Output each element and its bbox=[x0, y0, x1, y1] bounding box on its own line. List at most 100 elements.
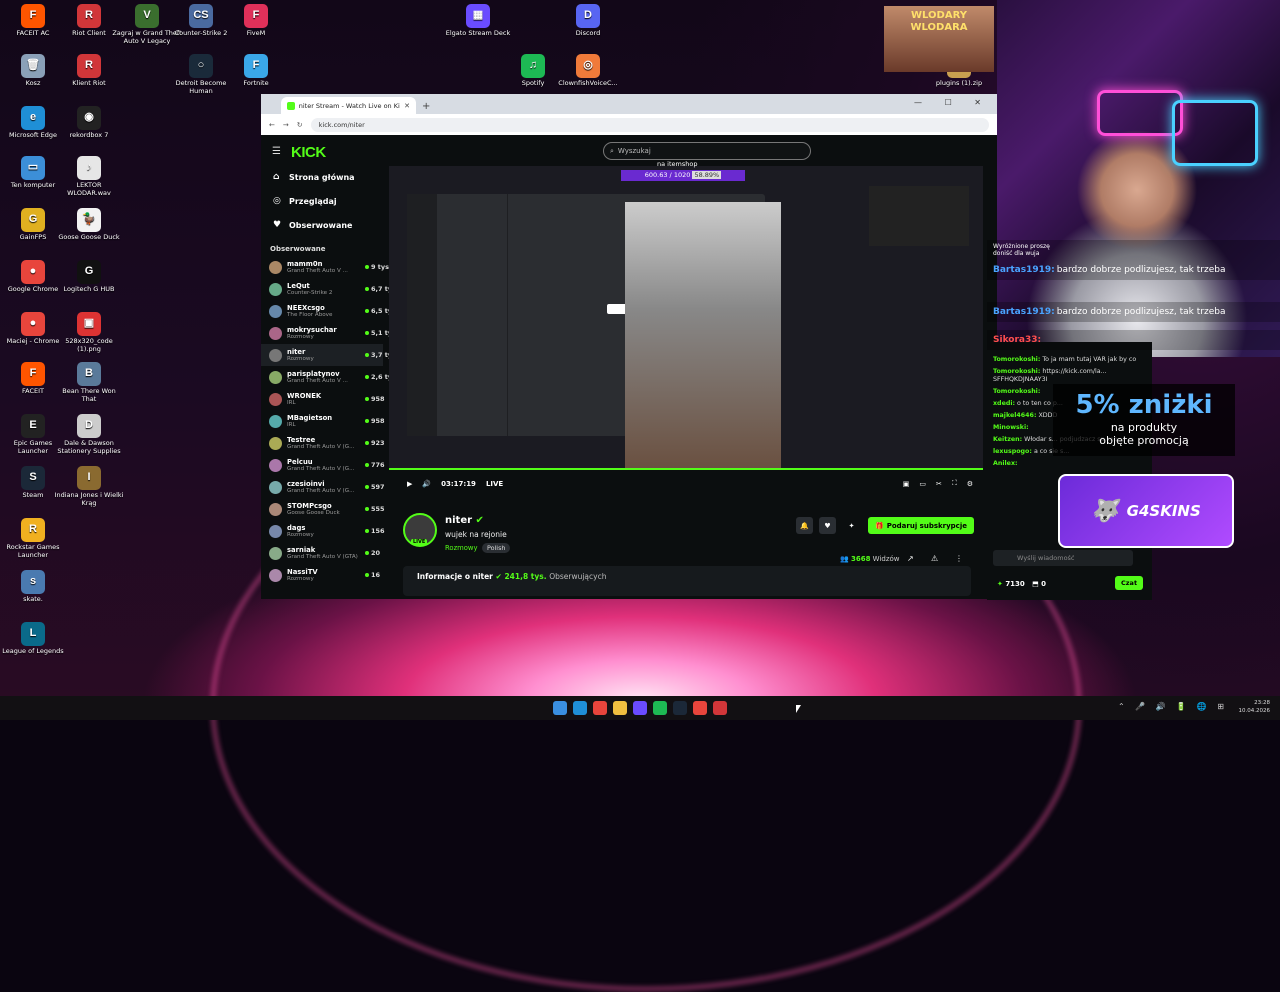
desktop-icon[interactable]: R Klient Riot bbox=[54, 54, 124, 88]
url-field[interactable]: kick.com/niter bbox=[310, 117, 989, 132]
chat-username[interactable]: majkel4646: bbox=[993, 412, 1036, 419]
channel-name: mamm0n bbox=[287, 259, 323, 268]
desktop-icon[interactable]: ▣ 528x320_code (1).png bbox=[54, 312, 124, 353]
play-icon[interactable]: ▶ bbox=[407, 480, 412, 488]
desktop-icon[interactable]: ♪ LEKTOR WLODAR.wav bbox=[54, 156, 124, 197]
channel-name: Testree bbox=[287, 435, 316, 444]
followed-channel[interactable]: mamm0n Grand Theft Auto V ... 9 tys. bbox=[261, 256, 391, 278]
chat-username[interactable]: Tomorokoshi: bbox=[993, 368, 1040, 375]
browser-tab[interactable]: niter Stream - Watch Live on Kick ✕ bbox=[281, 97, 416, 114]
desktop-icon[interactable]: ▦ Elgato Stream Deck bbox=[443, 4, 513, 38]
desktop-icon[interactable]: ◎ ClownfishVoiceC... bbox=[553, 54, 623, 88]
channel-category: Grand Theft Auto V (GTA) bbox=[287, 553, 358, 560]
settings-icon[interactable]: ⚙ bbox=[967, 480, 973, 488]
desktop-icon[interactable]: G Logitech G HUB bbox=[54, 260, 124, 294]
channel-name: Pelcuu bbox=[287, 457, 313, 466]
video-player[interactable]: 600.63 / 1020 58.89% na itemshop ▶ 🔊 03:… bbox=[389, 160, 983, 497]
search-input[interactable]: ⌕ Wyszukaj bbox=[603, 142, 811, 160]
desktop-icon[interactable]: R Rockstar Games Launcher bbox=[0, 518, 68, 559]
chat-username[interactable]: Tomorokoshi: bbox=[993, 388, 1040, 395]
start-icon[interactable] bbox=[553, 701, 567, 715]
chat-send-button[interactable]: Czat bbox=[1115, 576, 1144, 590]
followed-channel[interactable]: niter Rozmowy 3,7 tys. bbox=[261, 344, 398, 366]
report-icon[interactable]: ⚠ bbox=[931, 554, 938, 563]
desktop-icon[interactable]: D Discord bbox=[553, 4, 623, 38]
followed-channel[interactable]: MBagietson IRL 958 bbox=[261, 410, 385, 432]
followed-channel[interactable]: Pelcuu Grand Theft Auto V (G... 776 bbox=[261, 454, 385, 476]
new-tab-icon[interactable]: + bbox=[422, 101, 430, 112]
chat-input[interactable]: Wyślij wiadomość bbox=[993, 550, 1133, 566]
clock[interactable]: 23:28 10.04.2026 bbox=[1239, 699, 1271, 715]
chat-username[interactable]: Anilex: bbox=[993, 460, 1018, 467]
followed-channel[interactable]: WRONEK IRL 958 bbox=[261, 388, 385, 410]
tray-icons[interactable]: ⌃ 🎤 🔊 🔋 🌐 ⊞ bbox=[1118, 702, 1228, 711]
desktop-icon-label: Goose Goose Duck bbox=[58, 233, 120, 241]
followed-channel[interactable]: STOMPcsgo Goose Goose Duck 555 bbox=[261, 498, 385, 520]
sponsor-name: G4SKINS bbox=[1126, 502, 1201, 520]
avatar bbox=[269, 414, 282, 428]
channel-name: niter bbox=[287, 347, 306, 356]
close-tab-icon[interactable]: ✕ bbox=[404, 102, 410, 110]
volume-icon[interactable]: 🔊 bbox=[422, 480, 431, 488]
desktop-icon[interactable]: 🦆 Goose Goose Duck bbox=[54, 208, 124, 242]
channel-category: Grand Theft Auto V ... bbox=[287, 377, 348, 384]
taskbar-app-icon[interactable] bbox=[673, 701, 687, 715]
chat-username[interactable]: Tomorokoshi: bbox=[993, 356, 1040, 363]
taskbar-app-icon[interactable] bbox=[633, 701, 647, 715]
reload-icon[interactable]: ↻ bbox=[297, 121, 303, 129]
theater-icon[interactable]: ▭ bbox=[919, 480, 926, 488]
followed-channel[interactable]: NEEXcsgo The Floor Above 6,5 tys. bbox=[261, 300, 398, 322]
followed-channel[interactable]: LeQut Counter-Strike 2 6,7 tys. bbox=[261, 278, 398, 300]
more-icon[interactable]: ⋮ bbox=[955, 554, 963, 563]
share-icon[interactable]: ↗ bbox=[907, 554, 914, 563]
taskbar-app-icon[interactable] bbox=[613, 701, 627, 715]
desktop-icon[interactable]: F Fortnite bbox=[221, 54, 291, 88]
stream-category[interactable]: Rozmowy bbox=[445, 544, 478, 552]
nav-following[interactable]: ♥ Obserwowane bbox=[261, 213, 383, 237]
avatar bbox=[269, 392, 282, 406]
followed-channel[interactable]: czesioinvi Grand Theft Auto V (G... 597 bbox=[261, 476, 385, 498]
gift-sub-button[interactable]: 🎁 Podaruj subskrypcje bbox=[868, 517, 974, 534]
kick-logo[interactable]: KICK bbox=[291, 144, 326, 161]
follow-heart-icon[interactable]: ♥ bbox=[819, 517, 836, 534]
chat-username[interactable]: xdedi: bbox=[993, 400, 1015, 407]
avatar bbox=[269, 436, 282, 450]
miniplayer-icon[interactable]: ▣ bbox=[903, 480, 910, 488]
taskbar-app-icon[interactable] bbox=[593, 701, 607, 715]
promo-discount: 5% zniżki bbox=[1075, 390, 1213, 420]
followed-channel[interactable]: Testree Grand Theft Auto V (G... 923 bbox=[261, 432, 385, 454]
menu-icon[interactable]: ☰ bbox=[272, 146, 281, 157]
desktop-icon[interactable]: I Indiana Jones i Wielki Krąg bbox=[54, 466, 124, 507]
back-icon[interactable]: ← bbox=[269, 121, 275, 129]
followed-channel[interactable]: parisplatynov Grand Theft Auto V ... 2,6 t… bbox=[261, 366, 398, 388]
clip-icon[interactable]: ✂ bbox=[936, 480, 942, 488]
desktop-icon[interactable]: s skate. bbox=[0, 570, 68, 604]
chat-username[interactable]: Minowski: bbox=[993, 424, 1029, 431]
followed-channel[interactable]: sarniak Grand Theft Auto V (GTA) 20 bbox=[261, 542, 383, 564]
taskbar-app-icon[interactable] bbox=[713, 701, 727, 715]
taskbar-app-icon[interactable] bbox=[693, 701, 707, 715]
nav-browse[interactable]: ◎ Przeglądaj bbox=[261, 189, 383, 213]
gift-icon[interactable]: ✦ bbox=[843, 517, 860, 534]
chat-username[interactable]: Keitzen: bbox=[993, 436, 1022, 443]
notifications-icon[interactable]: 🔔 bbox=[796, 517, 813, 534]
nav-home[interactable]: ⌂ Strona główna bbox=[261, 165, 383, 189]
forward-icon[interactable]: → bbox=[283, 121, 289, 129]
desktop-icon[interactable]: F FiveM bbox=[221, 4, 291, 38]
channel-column bbox=[437, 194, 508, 436]
fullscreen-icon[interactable]: ⛶ bbox=[952, 479, 957, 488]
followed-channel[interactable]: dags Rozmowy 156 bbox=[261, 520, 385, 542]
chat-username[interactable]: lexuspogo: bbox=[993, 448, 1032, 455]
desktop-icon[interactable]: D Dale & Dawson Stationery Supplies bbox=[54, 414, 124, 455]
taskbar-app-icon[interactable] bbox=[573, 701, 587, 715]
window-controls[interactable]: — ☐ ✕ bbox=[914, 98, 991, 107]
channel-points[interactable]: ✦ 7130 ⬒ 0 bbox=[997, 580, 1046, 588]
desktop-icon[interactable]: ◉ rekordbox 7 bbox=[54, 106, 124, 140]
desktop-icon[interactable]: B Bean There Won That bbox=[54, 362, 124, 403]
channel-name[interactable]: niter ✔ bbox=[445, 515, 484, 526]
followed-channel[interactable]: mokrysuchar Rozmowy 5,1 tys. bbox=[261, 322, 398, 344]
taskbar-app-icon[interactable] bbox=[653, 701, 667, 715]
followed-channel[interactable]: NassiTV Rozmowy 16 bbox=[261, 564, 383, 586]
desktop-icon[interactable]: L League of Legends bbox=[0, 622, 68, 656]
language-tag[interactable]: Polish bbox=[482, 543, 511, 553]
